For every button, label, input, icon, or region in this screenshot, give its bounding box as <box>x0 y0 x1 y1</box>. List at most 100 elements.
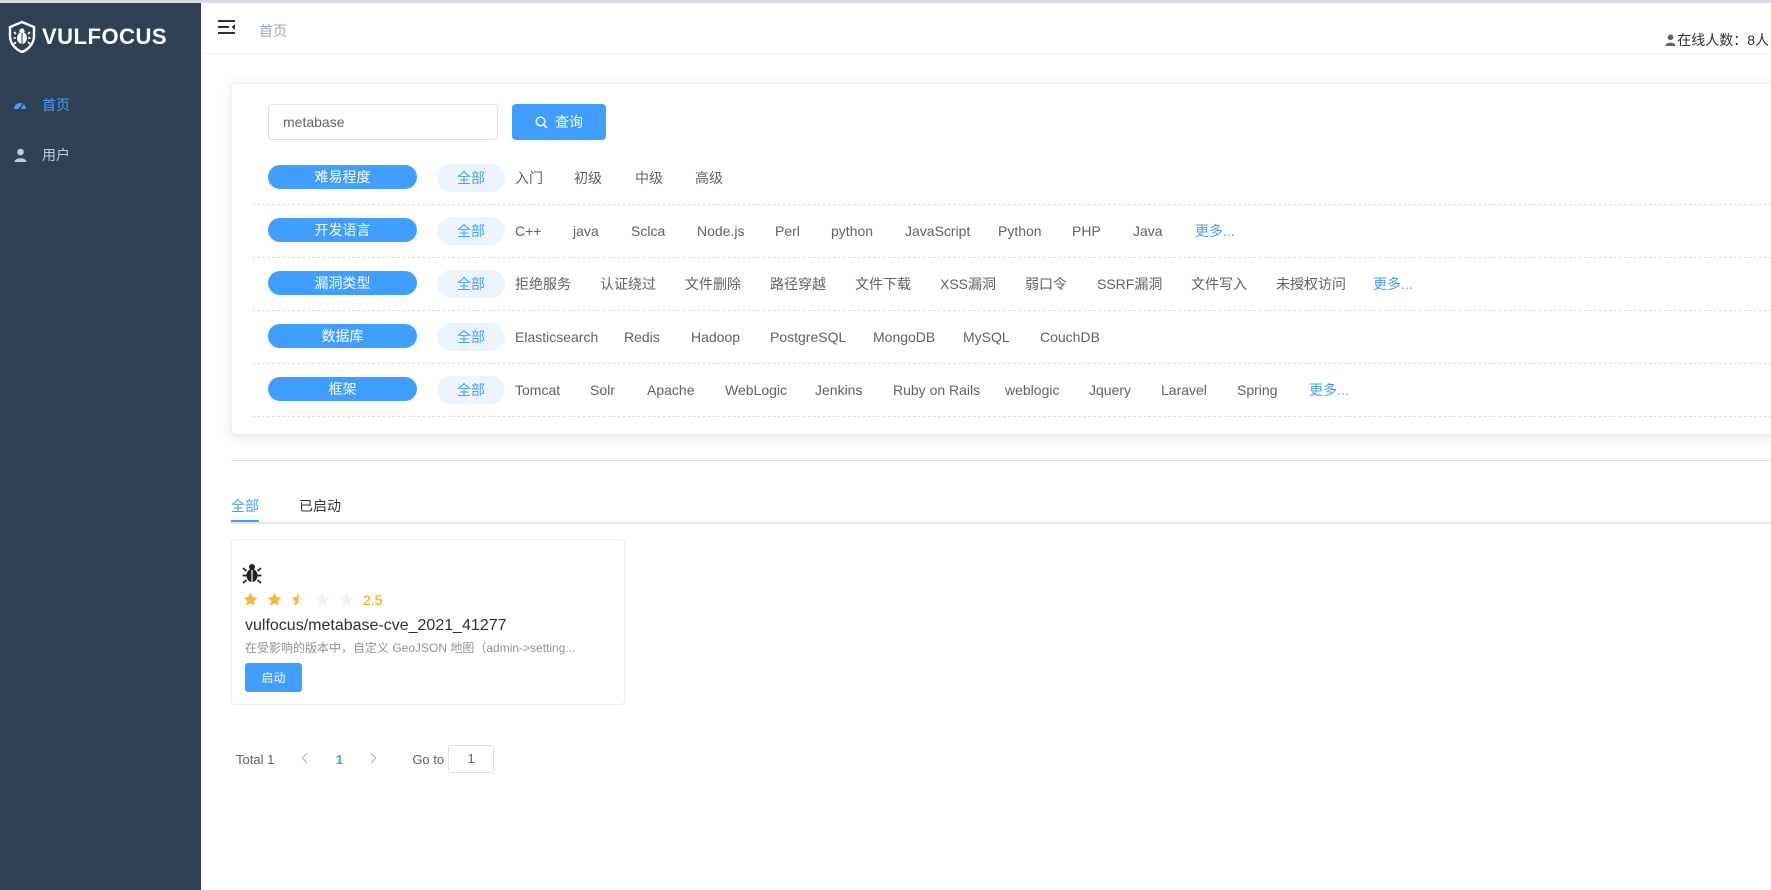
filter-option-all[interactable]: 全部 <box>437 217 505 245</box>
card-description: 在受影响的版本中，自定义 GeoJSON 地图（admin->setting..… <box>245 641 576 655</box>
filter-tag: 数据库 <box>268 324 417 348</box>
tab-bar: 全部 已启动 <box>231 490 1771 524</box>
filter-option[interactable]: java <box>573 217 599 245</box>
filter-option[interactable]: 中级 <box>635 164 663 192</box>
filter-option[interactable]: 文件下载 <box>855 270 911 298</box>
filter-option[interactable]: SSRF漏洞 <box>1097 270 1162 298</box>
filter-option[interactable]: Redis <box>624 323 660 351</box>
prev-page-button[interactable] <box>290 752 320 767</box>
filter-option[interactable]: 文件删除 <box>685 270 741 298</box>
filter-option[interactable]: 弱口令 <box>1025 270 1067 298</box>
filter-option[interactable]: Laravel <box>1161 376 1207 404</box>
filter-option[interactable]: Ruby on Rails <box>893 376 980 404</box>
filter-option[interactable]: Tomcat <box>515 376 560 404</box>
filter-option[interactable]: 路径穿越 <box>770 270 826 298</box>
breadcrumb[interactable]: 首页 <box>259 21 287 41</box>
search-icon <box>535 115 548 128</box>
filter-option[interactable]: Apache <box>647 376 694 404</box>
filter-option[interactable]: Elasticsearch <box>515 323 598 351</box>
rating-value: 2.5 <box>363 591 383 608</box>
search-button[interactable]: 查询 <box>512 104 606 140</box>
filter-option-all[interactable]: 全部 <box>437 323 505 351</box>
filter-row-language: 开发语言 全部 C++ java Sclca Node.js Perl pyth… <box>252 205 1771 258</box>
filter-tag: 漏洞类型 <box>268 271 417 295</box>
star-icon-full <box>243 592 258 606</box>
star-icon-empty <box>315 592 330 606</box>
filter-option[interactable]: JavaScript <box>905 217 970 245</box>
chevron-right-icon <box>370 752 377 763</box>
star-icon-full <box>267 592 282 606</box>
filter-option[interactable]: Java <box>1133 217 1163 245</box>
filter-option[interactable]: Jenkins <box>815 376 862 404</box>
filter-option[interactable]: PHP <box>1072 217 1101 245</box>
sidebar-item-home[interactable]: 首页 <box>0 77 201 133</box>
filter-option-all[interactable]: 全部 <box>437 376 505 404</box>
filter-option[interactable]: weblogic <box>1005 376 1059 404</box>
sidebar-item-label: 用户 <box>42 147 70 163</box>
hamburger-icon[interactable] <box>218 19 236 37</box>
filter-option[interactable]: 高级 <box>695 164 723 192</box>
filter-option[interactable]: Jquery <box>1089 376 1131 404</box>
user-icon <box>1665 34 1676 46</box>
logo: VULFOCUS <box>8 21 167 53</box>
filter-option[interactable]: Hadoop <box>691 323 740 351</box>
filter-option[interactable]: 文件写入 <box>1191 270 1247 298</box>
next-page-button[interactable] <box>358 752 388 767</box>
online-count: 在线人数：8人 <box>1677 32 1769 48</box>
tab-all[interactable]: 全部 <box>231 496 259 516</box>
filter-row-vuln-type: 漏洞类型 全部 拒绝服务 认证绕过 文件删除 路径穿越 文件下载 XSS漏洞 弱… <box>252 258 1771 311</box>
filter-row-difficulty: 难易程度 全部 入门 初级 中级 高级 <box>252 152 1771 205</box>
shield-bug-logo-icon <box>8 21 36 53</box>
filter-card: metabase 查询 难易程度 全部 入门 初级 中级 高级 开发语言 全部 … <box>231 83 1771 435</box>
filter-more-link[interactable]: 更多... <box>1195 217 1235 245</box>
filter-tag: 难易程度 <box>268 165 417 189</box>
search-button-label: 查询 <box>555 114 583 130</box>
rating-stars: 2.5 <box>242 591 382 608</box>
filter-option[interactable]: Node.js <box>697 217 744 245</box>
filter-option[interactable]: Solr <box>590 376 615 404</box>
filter-option[interactable]: 拒绝服务 <box>515 270 571 298</box>
online-users: 在线人数：8人 <box>1665 30 1769 50</box>
filter-option[interactable]: Sclca <box>631 217 665 245</box>
brand-name: VULFOCUS <box>42 24 167 49</box>
bug-icon <box>242 564 262 584</box>
user-icon <box>12 147 28 163</box>
filter-option[interactable]: PostgreSQL <box>770 323 846 351</box>
filter-row-framework: 框架 全部 Tomcat Solr Apache WebLogic Jenkin… <box>252 364 1771 417</box>
image-card: 2.5 vulfocus/metabase-cve_2021_41277 在受影… <box>231 539 625 705</box>
section-divider <box>231 460 1771 461</box>
filter-option[interactable]: 初级 <box>574 164 602 192</box>
filter-option[interactable]: MongoDB <box>873 323 935 351</box>
card-title: vulfocus/metabase-cve_2021_41277 <box>245 617 507 634</box>
filter-more-link[interactable]: 更多... <box>1309 376 1349 404</box>
sidebar: VULFOCUS 首页 用户 <box>0 3 201 890</box>
tab-active-indicator <box>231 520 259 522</box>
sidebar-item-label: 首页 <box>42 97 70 113</box>
filter-option[interactable]: Spring <box>1237 376 1277 404</box>
pagination-total: Total 1 <box>236 751 275 767</box>
goto-page-input[interactable]: 1 <box>448 745 495 773</box>
sidebar-item-user[interactable]: 用户 <box>0 127 201 183</box>
filter-option-all[interactable]: 全部 <box>437 164 505 192</box>
filter-option[interactable]: python <box>831 217 873 245</box>
star-icon-empty <box>339 592 354 606</box>
navbar: 首页 在线人数：8人 <box>201 3 1771 54</box>
filter-option[interactable]: Python <box>998 217 1042 245</box>
filter-option[interactable]: Perl <box>775 217 800 245</box>
filter-option[interactable]: XSS漏洞 <box>940 270 996 298</box>
tab-started[interactable]: 已启动 <box>299 496 341 516</box>
filter-option[interactable]: C++ <box>515 217 541 245</box>
filter-more-link[interactable]: 更多... <box>1373 270 1413 298</box>
filter-option[interactable]: CouchDB <box>1040 323 1100 351</box>
filter-option[interactable]: 认证绕过 <box>600 270 656 298</box>
filter-option[interactable]: 未授权访问 <box>1276 270 1346 298</box>
filter-tag: 开发语言 <box>268 218 417 242</box>
goto-label: Go to <box>412 751 445 767</box>
filter-option-all[interactable]: 全部 <box>437 270 505 298</box>
search-input[interactable]: metabase <box>268 104 498 140</box>
filter-option[interactable]: 入门 <box>515 164 543 192</box>
page-number[interactable]: 1 <box>320 752 358 767</box>
filter-option[interactable]: MySQL <box>963 323 1010 351</box>
start-button[interactable]: 启动 <box>245 663 302 692</box>
filter-option[interactable]: WebLogic <box>725 376 787 404</box>
